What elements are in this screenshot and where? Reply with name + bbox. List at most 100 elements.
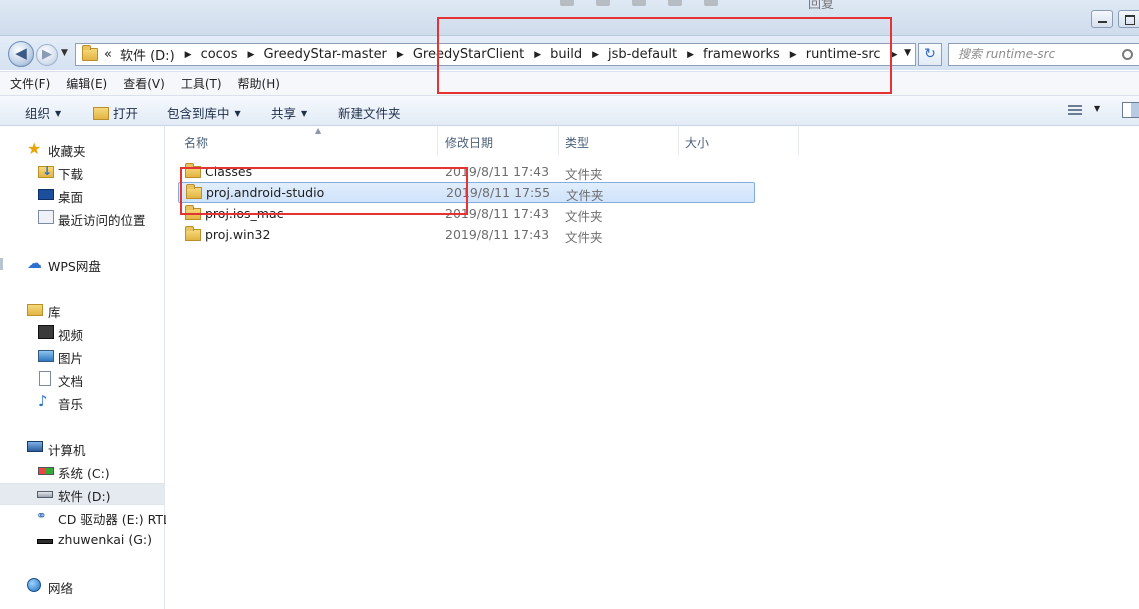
file-row-classes[interactable]: Classes 2019/8/11 17:43 文件夹	[178, 162, 755, 182]
sidebar-item-recent-places[interactable]: 最近访问的位置	[0, 208, 164, 228]
removable-drive-icon	[37, 539, 53, 544]
breadcrumb-greedystarclient[interactable]: GreedyStarClient	[413, 47, 524, 62]
folder-icon	[185, 205, 201, 220]
breadcrumb-separator[interactable]: ▶	[592, 50, 599, 60]
view-options-dropdown[interactable]: ▼	[1094, 104, 1100, 113]
sidebar-item-videos[interactable]: 视频	[0, 323, 164, 343]
share-label: 共享	[271, 106, 297, 121]
breadcrumb-cocos[interactable]: cocos	[201, 47, 238, 62]
menu-file[interactable]: 文件(F)	[10, 75, 50, 92]
breadcrumb-separator[interactable]: ▶	[397, 50, 404, 60]
sidebar-item-network[interactable]: 网络	[0, 576, 164, 596]
folder-icon	[186, 184, 202, 199]
breadcrumb-separator[interactable]: ▶	[891, 50, 898, 60]
minimize-button[interactable]	[1091, 10, 1113, 28]
sidebar-item-libraries[interactable]: 库	[0, 300, 164, 320]
computer-icon	[27, 441, 43, 452]
organize-label: 组织	[25, 106, 51, 121]
breadcrumb-separator[interactable]: ▶	[534, 50, 541, 60]
sidebar-item-computer[interactable]: 计算机	[0, 438, 164, 458]
search-placeholder: 搜索 runtime-src	[958, 47, 1056, 61]
folder-icon	[82, 45, 98, 61]
open-folder-icon	[93, 107, 109, 120]
sidebar-item-wps-cloud[interactable]: ☁ WPS网盘	[0, 254, 164, 275]
breadcrumb-jsb-default[interactable]: jsb-default	[608, 47, 677, 62]
breadcrumb-separator[interactable]: ▶	[790, 50, 797, 60]
breadcrumb-runtime-src[interactable]: runtime-src	[806, 47, 881, 62]
breadcrumb-separator[interactable]: ▶	[248, 50, 255, 60]
breadcrumb-drive-d[interactable]: 软件 (D:)	[120, 45, 175, 64]
forward-button[interactable]: ▶	[36, 44, 58, 66]
chevron-down-icon: ▼	[55, 109, 62, 118]
address-bar[interactable]: « 软件 (D:) ▶ cocos ▶ GreedyStar-master ▶ …	[75, 43, 916, 66]
file-row-proj-ios-mac[interactable]: proj.ios_mac 2019/8/11 17:43 文件夹	[178, 204, 755, 224]
star-icon: ★	[27, 139, 42, 158]
search-input[interactable]: 搜索 runtime-src	[948, 43, 1139, 66]
sidebar-item-music[interactable]: ♪ 音乐	[0, 392, 164, 413]
preview-pane-icon[interactable]	[1122, 102, 1139, 118]
menu-help[interactable]: 帮助(H)	[238, 75, 280, 92]
navigation-bar: ◀ ▶ ▼ « 软件 (D:) ▶ cocos ▶ GreedyStar-mas…	[0, 36, 1139, 70]
column-header-size[interactable]: 大小	[679, 126, 799, 155]
window-title-bar: 回复	[0, 0, 1139, 36]
sidebar-item-documents[interactable]: 文档	[0, 369, 164, 389]
folder-icon	[185, 163, 201, 178]
image-icon	[668, 0, 682, 6]
file-date: 2019/8/11 17:43	[445, 206, 550, 221]
file-type: 文件夹	[565, 230, 603, 245]
menu-tools[interactable]: 工具(T)	[181, 75, 222, 92]
sidebar-item-drive-d[interactable]: 软件 (D:)	[0, 483, 164, 505]
file-date: 2019/8/11 17:43	[445, 164, 550, 179]
organize-button[interactable]: 组织 ▼	[25, 103, 61, 122]
breadcrumb-separator[interactable]: ▶	[185, 50, 192, 60]
menu-view[interactable]: 查看(V)	[123, 75, 165, 92]
open-button[interactable]: 打开	[93, 103, 138, 122]
breadcrumb-build[interactable]: build	[550, 47, 582, 62]
column-header-type[interactable]: 类型	[559, 126, 679, 155]
breadcrumb-overflow[interactable]: «	[104, 47, 112, 62]
sidebar-item-label: WPS网盘	[48, 259, 101, 274]
download-icon	[38, 164, 54, 178]
recent-pages-dropdown[interactable]: ▼	[61, 48, 68, 58]
sidebar-item-drive-g[interactable]: zhuwenkai (G:)	[0, 530, 164, 550]
sidebar-item-desktop[interactable]: 桌面	[0, 185, 164, 205]
breadcrumb-separator[interactable]: ▶	[687, 50, 694, 60]
sidebar-item-label: 系统 (C:)	[58, 466, 110, 481]
file-list: 名称 ▲ 修改日期 类型 大小 Classes 2019/8/11 17:43 …	[166, 126, 1139, 609]
sidebar-item-label: 库	[48, 305, 61, 320]
address-history-dropdown[interactable]: ▼	[904, 48, 911, 58]
new-folder-button[interactable]: 新建文件夹	[338, 103, 401, 122]
sidebar-item-label: 下载	[58, 167, 84, 182]
menu-edit[interactable]: 编辑(E)	[66, 75, 107, 92]
chevron-down-icon: ▼	[301, 109, 308, 118]
sidebar-item-downloads[interactable]: 下载	[0, 162, 164, 182]
sidebar-item-drive-e[interactable]: ⚭ CD 驱动器 (E:) RTL_	[0, 507, 176, 527]
search-icon[interactable]	[1122, 49, 1133, 60]
file-row-proj-android-studio[interactable]: proj.android-studio 2019/8/11 17:55 文件夹	[178, 182, 755, 203]
sidebar-item-pictures[interactable]: 图片	[0, 346, 164, 366]
column-header-name[interactable]: 名称 ▲	[178, 126, 438, 155]
maximize-button[interactable]	[1118, 10, 1139, 28]
library-icon	[27, 304, 43, 316]
share-button[interactable]: 共享 ▼	[271, 103, 307, 122]
sidebar-item-label: 计算机	[48, 443, 86, 458]
file-name: proj.ios_mac	[205, 206, 284, 221]
sidebar-item-label: 收藏夹	[48, 144, 86, 159]
file-row-proj-win32[interactable]: proj.win32 2019/8/11 17:43 文件夹	[178, 225, 755, 245]
system-drive-icon	[38, 467, 54, 475]
change-view-icon[interactable]	[1068, 105, 1082, 116]
music-icon: ♪	[38, 392, 48, 410]
include-in-library-button[interactable]: 包含到库中 ▼	[167, 103, 241, 122]
sidebar-item-drive-c[interactable]: 系统 (C:)	[0, 461, 164, 481]
breadcrumb-frameworks[interactable]: frameworks	[703, 47, 780, 62]
refresh-button[interactable]: ↻	[918, 43, 942, 66]
include-in-library-label: 包含到库中	[167, 106, 230, 121]
sidebar-item-favorites[interactable]: ★ 收藏夹	[0, 139, 164, 160]
column-header-date[interactable]: 修改日期	[439, 126, 559, 155]
sidebar-item-label: 软件 (D:)	[58, 489, 111, 504]
sidebar-item-label: 桌面	[58, 190, 84, 205]
open-label: 打开	[113, 106, 139, 121]
back-button[interactable]: ◀	[8, 41, 34, 67]
breadcrumb-greedystar-master[interactable]: GreedyStar-master	[263, 47, 386, 62]
drive-icon	[37, 491, 53, 498]
